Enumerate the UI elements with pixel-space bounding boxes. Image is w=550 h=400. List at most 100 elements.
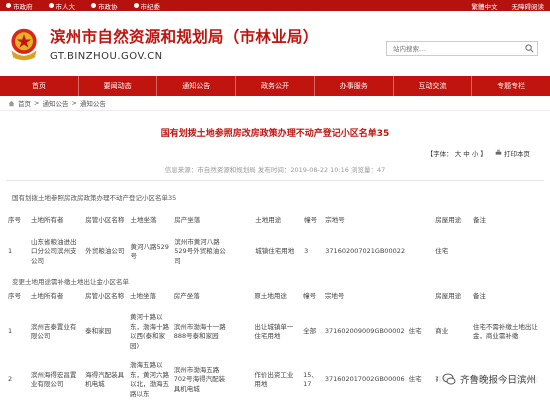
table-row: 1 山东省粮油进出口分公司滨州支公司 外贸粮油公司 黄河八路529号 滨州市黄河… [6,232,544,272]
table-header-row: 序号 土地所有者 房管小区名称 土地坐落 房产坐落 原土地用途 幢号 宗地号 房… [6,286,544,308]
table-cell: 作价出资工业用地 [254,370,294,389]
nav-news[interactable]: 要闻动态 [79,76,158,96]
col-header: 备注 [472,292,486,301]
table-cell [232,356,253,400]
col-header: 幢号 [303,292,317,301]
nav-government-affairs[interactable]: 政务公开 [236,76,315,96]
col-header [407,210,433,232]
article-meta: 信息来源：市自然资源和规划局 发布时间：2019-08-22 10:16 浏览量… [6,164,544,181]
table-cell: 住宅不需补缴土地出让金，商业需补缴 [472,322,538,341]
watermark-text: 齐鲁晚报今日滨州 [459,375,536,386]
font-size-close: 】 [480,150,487,158]
col-header: 原土地用途 [254,292,287,301]
nav-home[interactable]: 首页 [0,76,79,96]
national-emblem-icon [11,28,37,60]
table-cell: 外贸粮油公司 [85,247,125,256]
table-cell: 城镇住宅用地 [255,247,295,256]
top-link-government[interactable]: 市政府 [6,1,33,11]
col-header: 房产坐落 [173,292,200,301]
top-links: 市政府 市人大 市政协 市纪委 [6,1,160,11]
table-cell: 黄河八路529号 [130,242,169,261]
table-header-row: 序号 土地所有者 房管小区名称 土地坐落 房产坐落 土地用途 幢号 宗地号 房屋… [6,210,544,232]
print-link[interactable]: 打印本页 [495,148,530,158]
watermark: 齐鲁晚报今日滨州 [437,370,540,388]
bullet-icon [133,3,139,8]
col-header: 土地所有者 [30,216,64,225]
col-header: 房屋用途 [435,216,462,225]
col-header: 序号 [8,216,21,225]
bullet-icon [48,3,54,8]
table-cell: 15、17 [303,370,318,389]
table-cell: 住宅 [408,375,422,384]
site-search [386,41,538,56]
font-size-large[interactable]: 大 [455,150,462,158]
breadcrumb-current[interactable]: 通知公告 [80,98,106,108]
table-cell: 渤海五路以东，黄河六路以北，渤海五路以东 [130,361,170,398]
col-header: 房产坐落 [174,216,201,225]
traditional-chinese-link[interactable]: 繁體中文 [472,1,498,11]
col-header: 土地坐落 [130,216,157,225]
search-input[interactable] [393,44,513,53]
site-domain: GT.BINZHOU.GOV.CN [50,51,163,62]
table-cell: 3 [304,247,309,256]
col-header: 序号 [8,292,21,301]
search-icon [524,44,533,53]
col-header: 宗地号 [324,292,345,301]
article-content: 国有划拨土地参照房改房政策办理不动产登记小区名单35 【字体： 大 中 小 】 … [0,126,550,400]
top-link-cppcc[interactable]: 市政协 [91,1,118,11]
col-header [232,286,253,308]
col-header: 土地用途 [255,216,282,225]
table-cell: 住宅 [435,247,449,256]
table-cell [233,232,254,272]
col-header: 幢号 [304,216,318,225]
nav-special-topics[interactable]: 专题专栏 [472,76,550,96]
table-cell: 滨州吉泰置业有限公司 [30,322,77,341]
col-header: 备注 [473,216,487,225]
print-icon [495,149,502,155]
table-cell: 黄河十路以东，渤海十路以西(泰和家园) [130,313,170,350]
col-header: 房屋用途 [435,292,462,301]
table-cell: 371602017002GB00006 [324,375,405,384]
table-cell: 2 [8,375,13,384]
table-cell: 滨州市渤海十一路888号泰和家园 [173,322,226,341]
wechat-icon [442,373,456,385]
table-cell: 泰和家园 [85,327,112,336]
table-cell [471,232,544,272]
font-size-medium[interactable]: 中 [463,150,470,158]
breadcrumb: 首页 > 通知公告 > 通知公告 [0,96,550,111]
accessibility-link[interactable]: 无障碍阅读 [512,1,545,11]
breadcrumb-home[interactable]: 首页 [18,98,31,108]
article-tools: 【字体： 大 中 小 】 打印本页 [6,148,544,158]
top-link-congress[interactable]: 市人大 [48,1,75,11]
table-cell [407,232,433,272]
table-cell: 住宅 [408,327,422,336]
font-size-label: 【字体： [426,150,453,158]
col-header: 土地所有者 [30,292,64,301]
nav-interaction[interactable]: 互动交流 [394,76,473,96]
site-title: 滨州市自然资源和规划局（市林业局） [50,28,319,46]
article-title: 国有划拨土地参照房改房政策办理不动产登记小区名单35 [160,129,390,139]
col-header: 宗地号 [325,216,345,225]
col-header: 土地坐落 [130,292,157,301]
table-cell: 滨州海得宏昌置业有限公司 [30,370,77,389]
breadcrumb-notices[interactable]: 通知公告 [42,98,68,108]
section-heading: 国有划拨土地参照房改房政策办理不动产登记小区名单35 [12,194,177,202]
nav-services[interactable]: 办事服务 [315,76,394,96]
table-cell: 1 [8,247,13,256]
home-icon [8,100,15,106]
table-cell: 出让城镇单一住宅用地 [254,322,294,341]
table-cell: 全部 [303,327,317,336]
table-cell: 1 [8,327,13,336]
registration-table: 序号 土地所有者 房管小区名称 土地坐落 房产坐落 土地用途 幢号 宗地号 房屋… [6,210,544,272]
search-button[interactable] [521,42,537,55]
font-size-small[interactable]: 小 [472,150,479,158]
col-header [233,210,254,232]
bullet-icon [91,3,96,8]
main-nav: 首页 要闻动态 通知公告 政务公开 办事服务 互动交流 专题专栏 [0,76,550,96]
nav-notices[interactable]: 通知公告 [157,76,237,96]
table-cell: 371602009009GB00002 [324,327,405,336]
col-header [407,286,434,308]
bullet-icon [6,3,11,8]
col-header: 房管小区名称 [85,292,125,301]
top-link-discipline[interactable]: 市纪委 [133,1,160,11]
